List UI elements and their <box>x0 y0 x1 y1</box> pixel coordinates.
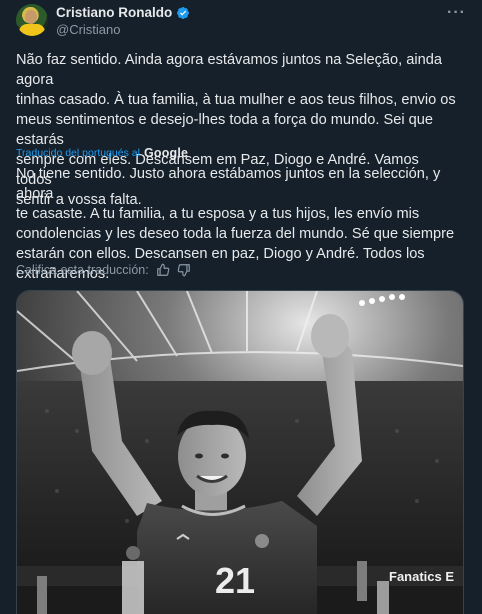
verified-icon <box>177 6 190 19</box>
rate-translation: Califica esta traducción: <box>16 263 191 277</box>
tweet-photo[interactable]: Fanatics E 21 <box>16 290 464 614</box>
player-photo: Fanatics E 21 <box>17 291 463 614</box>
author-handle[interactable]: @Cristiano <box>56 22 121 37</box>
rate-label: Califica esta traducción: <box>16 263 149 277</box>
translation-attribution: Traducido del portugués al Google <box>16 146 188 160</box>
ad-board-text: Fanatics E <box>389 569 454 584</box>
translation-label[interactable]: Traducido del portugués al <box>16 147 140 159</box>
jersey-number: 21 <box>215 560 255 601</box>
author-name-row: Cristiano Ronaldo <box>56 5 190 20</box>
author-name[interactable]: Cristiano Ronaldo <box>56 5 172 20</box>
tweet-header: Cristiano Ronaldo @Cristiano ··· <box>16 4 470 44</box>
svg-text:21: 21 <box>215 560 255 601</box>
google-logo: Google <box>143 146 189 160</box>
thumbs-up-icon[interactable] <box>156 263 170 277</box>
avatar[interactable] <box>16 4 48 36</box>
more-icon[interactable]: ··· <box>447 4 466 22</box>
thumbs-down-icon[interactable] <box>177 263 191 277</box>
